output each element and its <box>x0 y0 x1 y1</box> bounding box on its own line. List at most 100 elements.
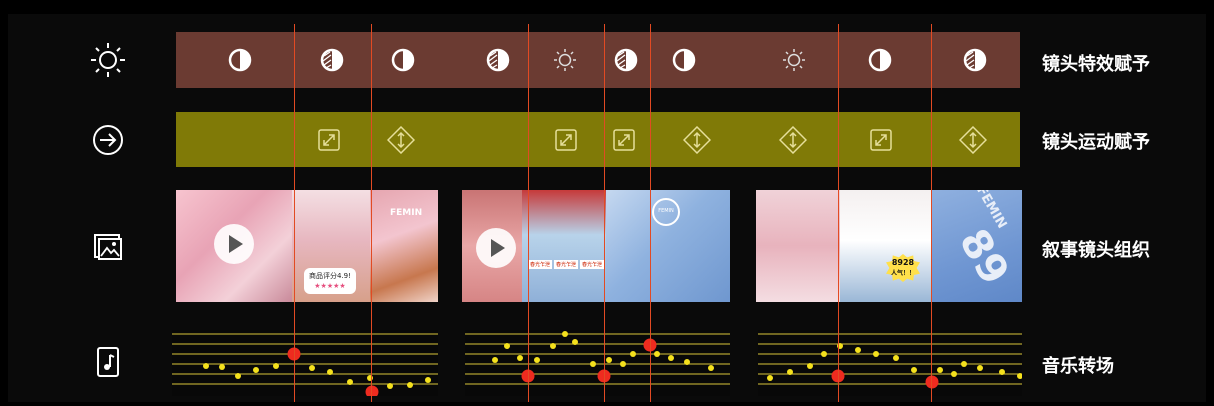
music-note <box>999 369 1005 375</box>
music-note <box>821 351 827 357</box>
popularity-badge: 8928 人气！！ <box>886 254 920 282</box>
music-note <box>654 351 660 357</box>
transition-line <box>371 24 372 402</box>
transition-line <box>294 24 295 402</box>
photo-group-1: 商品评分4.9! ★★★★★ FEMIN <box>176 190 438 302</box>
music-note <box>534 357 540 363</box>
motion-diamond-arrows-icon <box>682 125 712 155</box>
badge-number: 8928 <box>891 258 915 267</box>
photo-group-3: 8928 人气！！ FEMIN 89 <box>756 190 1022 302</box>
music-note <box>203 363 209 369</box>
music-file-icon <box>88 342 128 382</box>
effect-striped-half-circle-icon <box>318 46 346 74</box>
music-note <box>606 357 612 363</box>
photo-girl-pink-jacket: 商品评分4.9! ★★★★★ <box>292 190 370 302</box>
music-note <box>492 357 498 363</box>
photo-girl-with-dog: FEMIN <box>370 190 438 302</box>
brand-circle-logo: FEMIN <box>652 198 680 226</box>
transition-line <box>650 24 651 402</box>
photo-two-girls-denim: 春光乍泄 春光乍泄 春光乍泄 <box>522 190 606 302</box>
music-note <box>253 367 259 373</box>
music-staff-1 <box>172 330 438 399</box>
music-note <box>961 361 967 367</box>
music-note <box>620 361 626 367</box>
music-note <box>347 379 353 385</box>
effect-striped-half-circle-icon <box>484 46 512 74</box>
music-note <box>309 365 315 371</box>
enter-arrow-icon <box>88 120 128 160</box>
effect-label: 镜头特效赋予 <box>1042 54 1150 75</box>
motion-diamond-arrows-icon <box>958 125 988 155</box>
motion-label: 镜头运动赋予 <box>1042 132 1150 153</box>
photo-tag: 春光乍泄 <box>554 260 579 269</box>
transition-line <box>604 24 605 402</box>
music-note <box>708 365 714 371</box>
transition-line <box>838 24 839 402</box>
photo-girl-pink-bg <box>462 190 522 302</box>
photo-jacket-closeup: FEMIN <box>606 190 730 302</box>
music-note <box>562 331 568 337</box>
effect-striped-half-circle-icon <box>612 46 640 74</box>
transition-line <box>931 24 932 402</box>
music-note <box>893 355 899 361</box>
photo-girl-pink-fence <box>756 190 840 302</box>
music-note <box>630 351 636 357</box>
music-note <box>855 347 861 353</box>
transition-note <box>365 385 379 399</box>
rating-card: 商品评分4.9! ★★★★★ <box>304 268 356 294</box>
music-note <box>937 367 943 373</box>
music-note <box>504 343 510 349</box>
transition-line <box>528 24 529 402</box>
music-note <box>219 364 225 370</box>
effect-striped-half-circle-icon <box>961 46 989 74</box>
music-note <box>807 363 813 369</box>
music-note <box>235 373 241 379</box>
effect-half-circle-icon <box>866 46 894 74</box>
effect-sun-icon <box>780 46 808 74</box>
photo-jersey-back: FEMIN 89 <box>932 190 1022 302</box>
motion-expand-box-icon <box>552 126 580 154</box>
photo-girl-pink-house <box>176 190 292 302</box>
dog-photo-text: FEMIN <box>390 208 423 218</box>
music-note <box>572 339 578 345</box>
motion-expand-box-icon <box>867 126 895 154</box>
effect-sun-icon <box>551 46 579 74</box>
music-note <box>387 383 393 389</box>
photo-group-2: 春光乍泄 春光乍泄 春光乍泄 FEMIN <box>462 190 730 302</box>
transition-note <box>925 375 939 389</box>
music-staff-2 <box>465 330 730 396</box>
narrative-label: 叙事镜头组织 <box>1042 240 1150 261</box>
motion-diamond-arrows-icon <box>386 125 416 155</box>
music-note <box>367 375 373 381</box>
motion-expand-box-icon <box>610 126 638 154</box>
music-note <box>327 369 333 375</box>
photo-girl-white-jacket: 8928 人气！！ <box>840 190 932 302</box>
music-note <box>977 365 983 371</box>
effect-half-circle-icon <box>226 46 254 74</box>
music-note <box>767 375 773 381</box>
play-button[interactable] <box>476 228 516 268</box>
music-note <box>873 351 879 357</box>
music-note <box>425 377 431 383</box>
music-staff-3 <box>758 330 1023 396</box>
music-label: 音乐转场 <box>1042 356 1114 377</box>
music-note <box>517 355 523 361</box>
music-note <box>668 355 674 361</box>
effect-half-circle-icon <box>389 46 417 74</box>
jersey-number: 89 <box>949 221 1018 293</box>
photo-tag: 春光乍泄 <box>580 260 605 269</box>
music-note <box>590 361 596 367</box>
rating-text: 商品评分4.9! <box>309 272 351 280</box>
music-note <box>550 343 556 349</box>
photo-gallery-icon <box>88 226 128 266</box>
photo-tag: 春光乍泄 <box>528 260 553 269</box>
rating-stars: ★★★★★ <box>314 282 346 290</box>
motion-diamond-arrows-icon <box>778 125 808 155</box>
music-note <box>911 367 917 373</box>
sun-icon <box>88 40 128 80</box>
music-note <box>273 363 279 369</box>
play-button[interactable] <box>214 224 254 264</box>
badge-text: 人气！！ <box>890 270 915 277</box>
music-note <box>787 369 793 375</box>
music-note <box>684 359 690 365</box>
